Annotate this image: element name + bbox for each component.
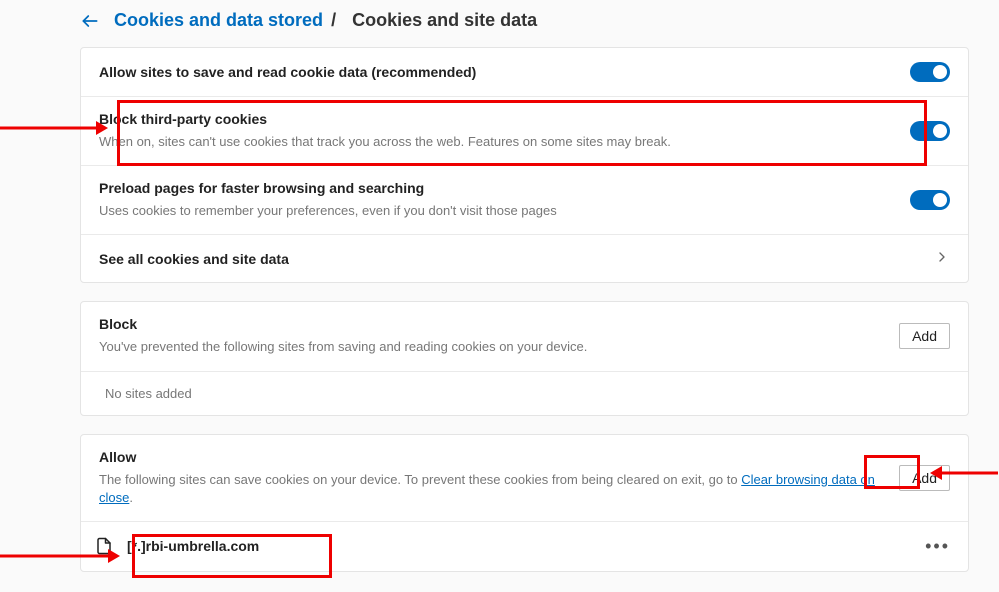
setting-allow-save-row: Allow sites to save and read cookie data… — [81, 48, 968, 97]
allow-site-more-icon[interactable]: ••• — [925, 536, 950, 557]
cookie-settings-card: Allow sites to save and read cookie data… — [80, 47, 969, 283]
allow-section-sub-after: . — [129, 490, 133, 505]
allow-site-host: [*.]rbi-umbrella.com — [127, 538, 259, 554]
see-all-cookies-row[interactable]: See all cookies and site data — [81, 235, 968, 282]
allow-site-row: [*.]rbi-umbrella.com ••• — [81, 522, 968, 571]
block-section-header: Block You've prevented the following sit… — [81, 302, 968, 371]
chevron-right-icon — [934, 249, 950, 268]
setting-block-third-toggle[interactable] — [910, 121, 950, 141]
allow-section-sub: The following sites can save cookies on … — [99, 471, 899, 507]
see-all-cookies-title: See all cookies and site data — [99, 251, 934, 267]
setting-preload-toggle[interactable] — [910, 190, 950, 210]
allow-section-header: Allow The following sites can save cooki… — [81, 435, 968, 522]
document-icon — [95, 537, 113, 555]
setting-block-third-row: Block third-party cookies When on, sites… — [81, 97, 968, 166]
breadcrumb-current: Cookies and site data — [352, 10, 537, 31]
breadcrumb: Cookies and data stored / Cookies and si… — [80, 10, 969, 31]
setting-preload-title: Preload pages for faster browsing and se… — [99, 180, 910, 196]
setting-preload-sub: Uses cookies to remember your preference… — [99, 202, 910, 220]
allow-add-button[interactable]: Add — [899, 465, 950, 491]
setting-preload-row: Preload pages for faster browsing and se… — [81, 166, 968, 235]
setting-block-third-title: Block third-party cookies — [99, 111, 910, 127]
block-section-card: Block You've prevented the following sit… — [80, 301, 969, 415]
allow-section-card: Allow The following sites can save cooki… — [80, 434, 969, 572]
setting-allow-save-toggle[interactable] — [910, 62, 950, 82]
allow-section-sub-before: The following sites can save cookies on … — [99, 472, 741, 487]
block-section-sub: You've prevented the following sites fro… — [99, 338, 899, 356]
block-section-title: Block — [99, 316, 899, 332]
setting-allow-save-title: Allow sites to save and read cookie data… — [99, 64, 910, 80]
back-arrow-icon[interactable] — [80, 11, 100, 31]
allow-section-title: Allow — [99, 449, 899, 465]
setting-block-third-sub: When on, sites can't use cookies that tr… — [99, 133, 910, 151]
breadcrumb-parent-link[interactable]: Cookies and data stored — [114, 10, 323, 31]
block-add-button[interactable]: Add — [899, 323, 950, 349]
breadcrumb-separator: / — [331, 10, 336, 31]
block-empty-note: No sites added — [81, 372, 968, 415]
